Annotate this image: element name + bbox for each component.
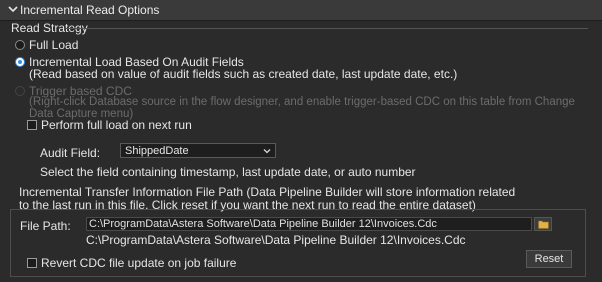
panel-title: Incremental Read Options	[20, 3, 160, 17]
chevron-down-icon[interactable]	[8, 4, 18, 14]
file-path-value: C:\ProgramData\Astera Software\Data Pipe…	[89, 218, 437, 230]
audit-field-value: ShippedDate	[125, 145, 189, 157]
file-path-echo: C:\ProgramData\Astera Software\Data Pipe…	[86, 233, 466, 247]
incremental-audit-radio[interactable]	[15, 57, 25, 67]
full-load-next-run-label[interactable]: Perform full load on next run	[41, 118, 192, 132]
revert-cdc-label[interactable]: Revert CDC file update on job failure	[41, 256, 236, 270]
chevron-down-icon	[263, 149, 271, 154]
panel-header[interactable]: Incremental Read Options	[0, 0, 602, 21]
full-load-label[interactable]: Full Load	[29, 38, 78, 52]
group-divider	[66, 28, 588, 29]
file-path-label: File Path:	[20, 219, 71, 233]
full-load-radio[interactable]	[15, 40, 25, 50]
trigger-cdc-description: (Right-click Database source in the flow…	[29, 96, 575, 120]
audit-field-label: Audit Field:	[40, 146, 101, 160]
folder-icon	[538, 220, 549, 229]
audit-field-select[interactable]: ShippedDate	[120, 143, 276, 158]
audit-field-hint: Select the field containing timestamp, l…	[40, 165, 416, 179]
file-path-input[interactable]: C:\ProgramData\Astera Software\Data Pipe…	[86, 217, 532, 231]
browse-button[interactable]	[534, 217, 552, 231]
transfer-info-legend-line1: Incremental Transfer Information File Pa…	[19, 185, 516, 199]
full-load-next-run-checkbox[interactable]	[27, 120, 37, 130]
incremental-audit-description: (Read based on value of audit fields suc…	[29, 67, 458, 81]
trigger-cdc-radio[interactable]	[15, 86, 25, 96]
reset-button[interactable]: Reset	[526, 250, 572, 268]
revert-cdc-checkbox[interactable]	[27, 258, 37, 268]
